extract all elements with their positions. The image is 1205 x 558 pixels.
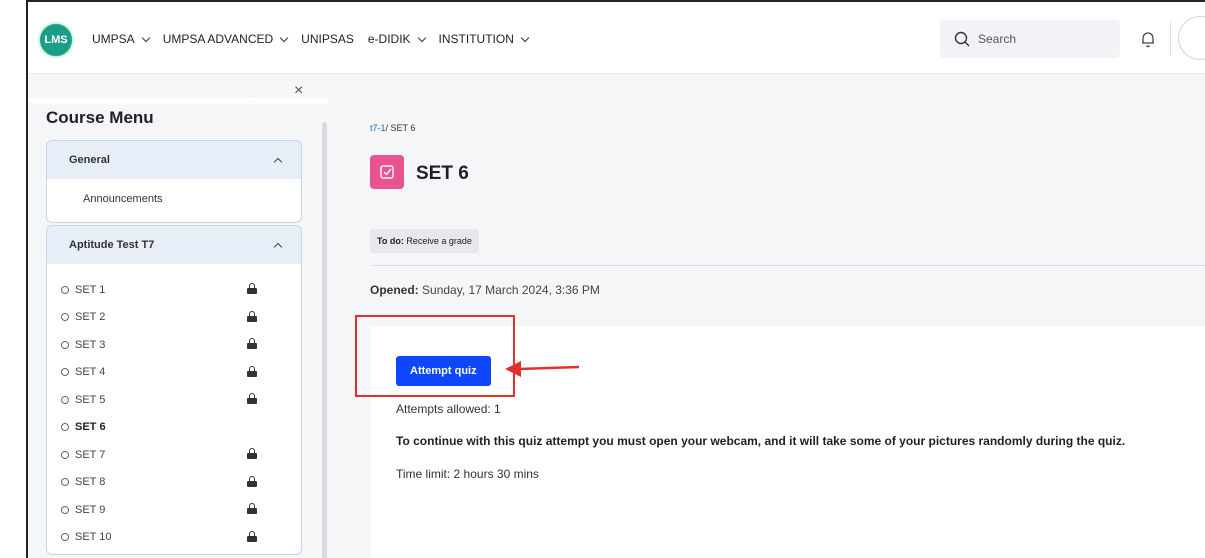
chevron-down-icon [417, 33, 426, 42]
completion-circle-icon [61, 395, 69, 404]
sidebar-item-announcements[interactable]: Announcements [47, 179, 301, 222]
top-navbar: LMS UMPSA UMPSA ADVANCED UNIPSAS e-DIDIK… [28, 2, 1205, 74]
completion-circle-icon [61, 285, 69, 294]
activity-label: SET 1 [75, 283, 106, 296]
activity-set-8[interactable]: SET 8 [47, 469, 301, 497]
lock-icon [247, 448, 257, 459]
completion-circle-icon [61, 533, 69, 542]
menu-item-umpsa[interactable]: UMPSA [92, 32, 150, 46]
lock-icon [247, 530, 257, 542]
section-title: Aptitude Test T7 [69, 239, 155, 251]
completion-circle-icon [61, 368, 69, 377]
completion-badge: To do: Receive a grade [370, 229, 479, 253]
time-limit: Time limit: 2 hours 30 mins [396, 467, 539, 481]
bell-icon[interactable] [1140, 30, 1156, 48]
app-window: LMS UMPSA UMPSA ADVANCED UNIPSAS e-DIDIK… [26, 0, 1205, 558]
completion-circle-icon [61, 423, 69, 432]
search-input[interactable]: Search [940, 20, 1120, 58]
section-general: General Announcements [46, 140, 302, 223]
breadcrumb: t7-1/ SET 6 [370, 123, 415, 133]
activity-set-2[interactable]: SET 2 [47, 304, 301, 332]
activity-label: SET 3 [75, 338, 106, 351]
activity-label: SET 4 [75, 366, 106, 379]
menu-item-label: INSTITUTION [438, 32, 514, 46]
webcam-notice: To continue with this quiz attempt you m… [396, 434, 1126, 448]
activity-set-7[interactable]: SET 7 [47, 441, 301, 469]
lock-icon [247, 310, 257, 322]
completion-circle-icon [61, 313, 69, 322]
activity-set-9[interactable]: SET 9 [47, 496, 301, 524]
search-placeholder: Search [978, 32, 1017, 46]
chevron-down-icon [141, 33, 150, 42]
lock-icon [247, 503, 257, 514]
lock-icon [247, 338, 257, 349]
activity-set-10[interactable]: SET 10 [47, 524, 301, 552]
search-icon [954, 31, 970, 47]
menu-item-label: UMPSA [92, 32, 135, 46]
lms-logo[interactable]: LMS [38, 22, 74, 58]
drawer-header-shadow [28, 98, 328, 108]
section-title: General [69, 154, 110, 166]
opened-date: Opened: Sunday, 17 March 2024, 3:36 PM [370, 283, 600, 297]
lock-icon [247, 393, 257, 404]
menu-item-label: e-DIDIK [367, 32, 411, 46]
activity-set-3[interactable]: SET 3 [47, 331, 301, 359]
chevron-down-icon [279, 33, 289, 42]
breadcrumb-current: / SET 6 [385, 123, 416, 133]
activity-label: SET 5 [75, 393, 106, 406]
lock-icon [247, 283, 257, 294]
breadcrumb-link[interactable]: t7-1 [370, 123, 386, 133]
menu-item-unipsas[interactable]: UNIPSAS [301, 32, 354, 46]
activity-label: SET 7 [75, 448, 106, 461]
activity-label: SET 9 [75, 503, 106, 516]
chevron-up-icon [273, 157, 283, 166]
navbar-divider [1170, 22, 1171, 56]
completion-circle-icon [61, 478, 69, 487]
todo-text: Receive a grade [406, 236, 472, 246]
sidebar-item-label: Announcements [83, 193, 163, 205]
drawer-scrollbar[interactable] [322, 122, 327, 558]
section-general-header[interactable]: General [47, 141, 301, 179]
annotation-highlight-box [355, 315, 515, 397]
activity-set-1[interactable]: SET 1 [47, 276, 301, 304]
lock-icon [247, 475, 257, 487]
completion-circle-icon [61, 505, 69, 514]
divider [370, 265, 1205, 266]
page-title: SET 6 [416, 163, 469, 184]
opened-label: Opened: [370, 283, 419, 297]
activity-set-5[interactable]: SET 5 [47, 386, 301, 414]
chevron-up-icon [273, 242, 283, 251]
activity-label: SET 8 [75, 476, 106, 489]
menu-item-label: UMPSA ADVANCED [162, 32, 274, 46]
lock-icon [247, 365, 257, 377]
activity-set-6[interactable]: SET 6 [47, 414, 301, 442]
user-avatar[interactable] [1178, 16, 1205, 60]
completion-circle-icon [61, 340, 69, 349]
activity-set-4[interactable]: SET 4 [47, 359, 301, 387]
activity-list: SET 1 SET 2 SET 3 SET 4 SET 5 SET 6 SET … [47, 264, 301, 551]
activity-label: SET 2 [75, 311, 106, 324]
chevron-down-icon [520, 33, 530, 42]
annotation-arrow-icon [505, 361, 580, 377]
menu-item-institution[interactable]: INSTITUTION [438, 32, 530, 46]
completion-circle-icon [61, 450, 69, 459]
quiz-icon [370, 155, 404, 189]
menu-item-umpsa-advanced[interactable]: UMPSA ADVANCED [162, 32, 289, 46]
todo-label: To do: [377, 236, 404, 246]
close-drawer-button[interactable]: × [294, 82, 303, 100]
opened-value: Sunday, 17 March 2024, 3:36 PM [422, 283, 600, 297]
activity-label: SET 6 [75, 421, 106, 434]
menu-item-e-didik[interactable]: e-DIDIK [367, 32, 426, 46]
activity-label: SET 10 [75, 531, 112, 544]
section-aptitude-test: Aptitude Test T7 SET 1 SET 2 SET 3 SET 4… [46, 225, 302, 555]
course-index-drawer: × Course Menu General Announcements Apti… [28, 74, 328, 558]
primary-menu: UMPSA UMPSA ADVANCED UNIPSAS e-DIDIK INS… [92, 32, 530, 46]
attempts-allowed: Attempts allowed: 1 [396, 402, 501, 416]
course-menu-title: Course Menu [46, 108, 154, 127]
section-aptitude-header[interactable]: Aptitude Test T7 [47, 226, 301, 264]
menu-item-label: UNIPSAS [301, 32, 354, 46]
